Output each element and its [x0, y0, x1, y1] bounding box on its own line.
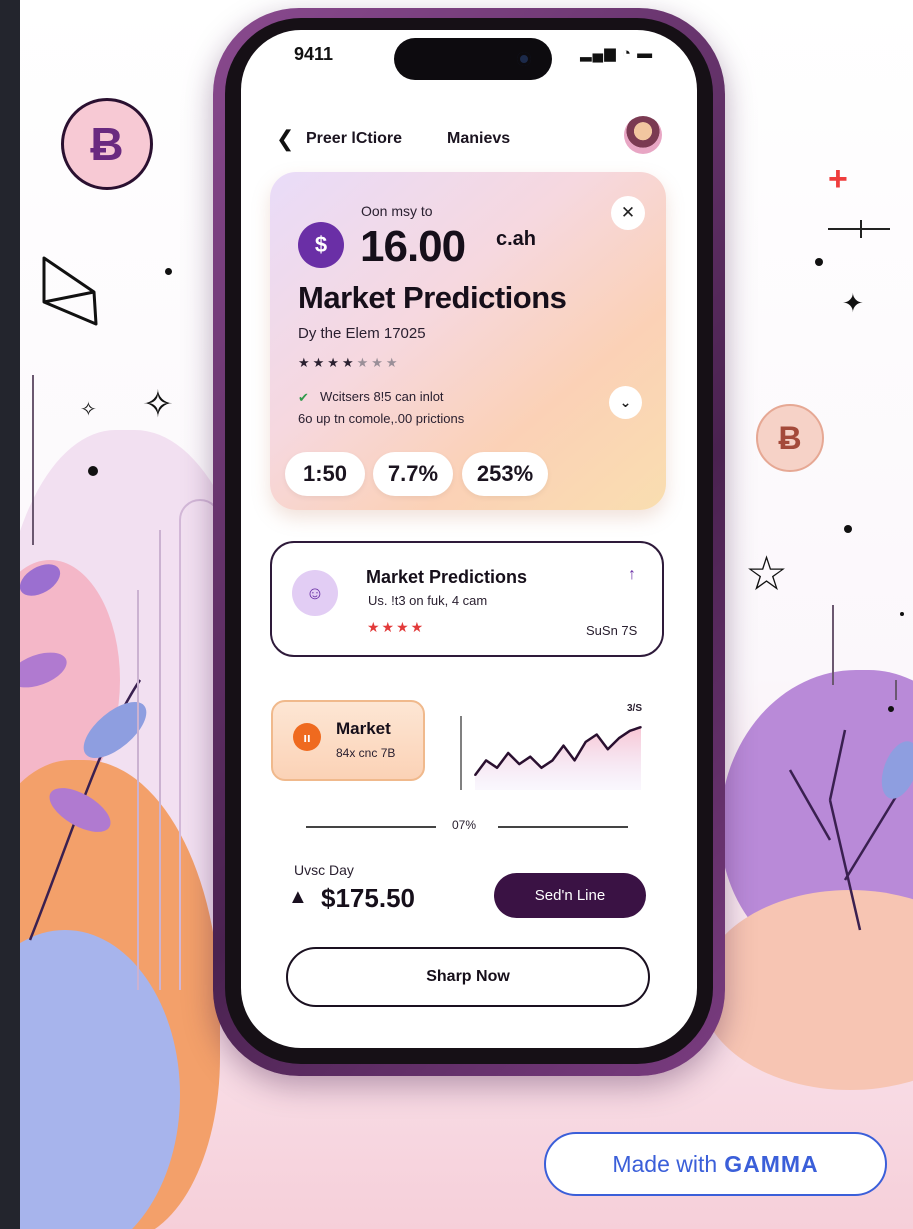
chart-point — [584, 741, 587, 743]
chart-point — [562, 744, 565, 747]
arrow-up-icon: ↑ — [628, 566, 636, 583]
chart-point — [573, 759, 576, 762]
nav-tab-right[interactable]: Manievs — [447, 130, 510, 148]
chart-point — [496, 767, 498, 769]
stat-pill[interactable]: 253% — [462, 452, 548, 496]
chart-point — [485, 759, 487, 762]
check-shield-icon: ✔ — [298, 390, 309, 405]
sparkle-icon: ✦ — [842, 288, 864, 318]
hero-unit: c.ah — [496, 228, 537, 250]
sparkle-outline-icon: ✧ — [80, 399, 97, 421]
hero-caption: Oon msy to — [361, 203, 433, 219]
dot — [815, 258, 823, 266]
chart-point — [507, 752, 509, 754]
dot — [165, 268, 172, 275]
made-with-gamma-badge[interactable]: Made with GAMMA — [544, 1132, 887, 1196]
hero-subtitle: Dy the Elem 17025 — [298, 325, 426, 342]
dot — [844, 525, 852, 533]
market-card-title: Market — [336, 719, 391, 738]
arrow-up-icon: ▲ — [288, 886, 308, 908]
thin-line-right — [832, 605, 834, 685]
chart-point — [540, 767, 543, 769]
divider-left — [306, 826, 436, 828]
footer-label: Uvsc Day — [294, 862, 354, 878]
dollar-icon: $ — [298, 222, 344, 268]
thin-line-right-2 — [895, 680, 897, 700]
arch-lines — [137, 499, 221, 990]
plus-icon: + — [828, 160, 848, 198]
hero-amount: 16.00 — [360, 222, 466, 271]
chart-point — [618, 737, 620, 739]
bitcoin-coin-icon: Ƀ — [756, 404, 824, 472]
chart-point — [518, 763, 521, 765]
chart-point — [629, 730, 631, 732]
camera-icon — [517, 52, 531, 66]
divider-label: 07% — [452, 818, 477, 832]
rating-stars-empty: ★★★ — [356, 355, 401, 370]
pause-icon: ıı — [293, 723, 321, 751]
divider-right — [498, 826, 628, 828]
bitcoin-coin-icon: Ƀ — [61, 98, 153, 190]
triangle-outline-icon — [42, 256, 98, 326]
avatar[interactable] — [624, 116, 662, 154]
signal-wifi-battery-icon: ▂▄▆ ◔ ▬ — [580, 45, 654, 62]
dot — [888, 706, 894, 712]
prediction-card-stars: ★★★★ — [367, 619, 426, 635]
send-line-button[interactable]: Sed'n Line — [494, 873, 646, 918]
stat-pill[interactable]: 7.7% — [373, 452, 453, 496]
rating-stars: ★★★★★★★ — [298, 355, 401, 371]
hero-info-line-2: 6o up tn comole,.00 prictions — [298, 411, 465, 426]
prediction-card-title: Market Predictions — [366, 567, 528, 587]
chart-point — [595, 733, 598, 736]
cross-tick-right — [860, 220, 862, 238]
hero-info-line-1: Wcitsers 8!5 can inlot — [320, 389, 444, 404]
hero-title: Market Predictions — [298, 280, 567, 315]
footer-price: $175.50 — [321, 883, 415, 913]
nav-tab-left[interactable]: Preer lCtiore — [306, 130, 402, 148]
gamma-logo: GAMMA — [724, 1150, 819, 1177]
chevron-down-icon[interactable]: ⌄ — [609, 386, 642, 419]
chart-corner-label: 3/S — [627, 703, 643, 714]
status-time: 9411 — [294, 44, 334, 64]
chart-point — [551, 759, 554, 762]
back-arrow-icon[interactable]: ❮ — [276, 126, 294, 152]
close-icon[interactable]: ✕ — [611, 196, 645, 230]
market-line-chart — [460, 716, 642, 790]
prediction-card-value: SuSn 7S — [586, 623, 638, 638]
left-edge-bar — [0, 0, 20, 1229]
branches-right — [788, 729, 913, 931]
sparkle-outline-icon: ✧ — [142, 384, 174, 426]
rating-stars-filled: ★★★★ — [298, 355, 357, 370]
chart-area — [475, 727, 641, 790]
thin-line-left — [32, 375, 34, 545]
dot — [88, 466, 98, 476]
market-card-subtitle: 84x cnc 7B — [336, 746, 396, 760]
person-icon: ☺ — [292, 570, 338, 616]
gamma-prefix: Made with — [612, 1150, 718, 1177]
chart-point — [529, 755, 532, 758]
chart-point — [607, 748, 609, 751]
shop-now-button[interactable]: Sharp Now — [286, 947, 650, 1007]
chart-point — [640, 726, 642, 728]
dot — [900, 612, 904, 616]
star-outline-icon: ☆ — [745, 548, 789, 601]
prediction-card-subtitle: Us. !t3 on fuk, 4 cam — [368, 593, 488, 608]
chart-point — [474, 774, 476, 776]
cross-line-right — [828, 228, 890, 230]
stat-pill[interactable]: 1:50 — [285, 452, 365, 496]
